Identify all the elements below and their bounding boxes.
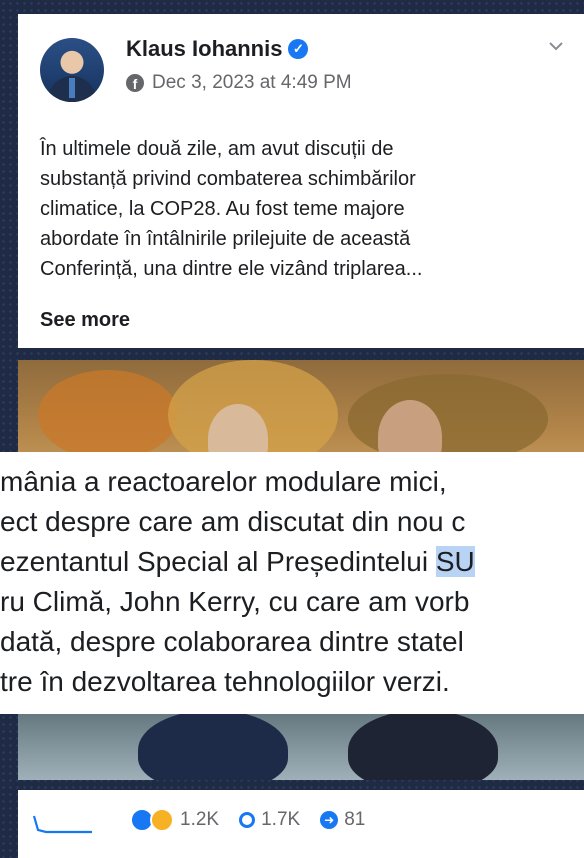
shares-count: 81 bbox=[344, 809, 366, 830]
comments-stat[interactable]: 1.7K bbox=[239, 809, 300, 831]
overlay-line: dată, despre colaborarea dintre statel bbox=[0, 626, 464, 657]
facebook-icon: f bbox=[126, 74, 144, 92]
sparkline-icon bbox=[32, 815, 92, 834]
photo-suit-right bbox=[348, 710, 498, 780]
avatar-tie bbox=[69, 78, 75, 98]
overlay-line: tre în dezvoltarea tehnologiilor verzi. bbox=[0, 666, 450, 697]
post-text: În ultimele două zile, am avut discuții … bbox=[40, 134, 570, 284]
reactions-summary[interactable]: 1.2K 1.7K ➜ 81 bbox=[130, 808, 365, 832]
reactions-count: 1.2K bbox=[180, 809, 220, 830]
post-card: Klaus Iohannis ✓ f Dec 3, 2023 at 4:49 P… bbox=[18, 14, 584, 348]
overlay-line: ect despre care am discutat din nou c bbox=[0, 506, 466, 537]
author-avatar[interactable] bbox=[40, 38, 104, 102]
overlay-line-text: ezentantul Special al Președintelui bbox=[0, 546, 436, 577]
highlighted-text[interactable]: SU bbox=[435, 546, 475, 577]
author-name[interactable]: Klaus Iohannis bbox=[126, 36, 282, 62]
reaction-icon bbox=[150, 808, 174, 832]
photo-suit-left bbox=[138, 710, 288, 780]
shares-stat[interactable]: ➜ 81 bbox=[320, 809, 365, 831]
comment-icon bbox=[239, 812, 256, 828]
post-text-line: substanță privind combaterea schimbărilo… bbox=[40, 168, 416, 190]
overlay-line: ru Climă, John Kerry, cu care am vorb bbox=[0, 586, 470, 617]
engagement-bar: 1.2K 1.7K ➜ 81 bbox=[18, 790, 584, 858]
photo-foliage bbox=[38, 370, 178, 460]
zoomed-text-overlay: mânia a reactoarelor modulare mici, ect … bbox=[0, 452, 584, 714]
post-text-line: Conferință, una dintre ele vizând tripla… bbox=[40, 258, 423, 280]
post-meta: f Dec 3, 2023 at 4:49 PM bbox=[126, 72, 352, 94]
verified-badge-icon: ✓ bbox=[288, 39, 309, 59]
post-text-line: În ultimele două zile, am avut discuții … bbox=[40, 138, 394, 160]
chevron-down-icon[interactable] bbox=[548, 38, 564, 54]
post-text-line: abordate în întâlnirile prilejuite de ac… bbox=[40, 228, 411, 250]
overlay-text: mânia a reactoarelor modulare mici, ect … bbox=[0, 462, 584, 702]
see-more-link[interactable]: See more bbox=[40, 309, 130, 332]
post-timestamp[interactable]: Dec 3, 2023 at 4:49 PM bbox=[152, 72, 352, 94]
overlay-line: ezentantul Special al Președintelui SU bbox=[0, 542, 584, 582]
post-text-line: climatice, la COP28. Au fost teme majore bbox=[40, 198, 405, 220]
author-name-row: Klaus Iohannis ✓ bbox=[126, 36, 309, 62]
overlay-line: mânia a reactoarelor modulare mici, bbox=[0, 466, 447, 497]
share-icon: ➜ bbox=[320, 811, 339, 829]
comments-count: 1.7K bbox=[261, 809, 301, 830]
